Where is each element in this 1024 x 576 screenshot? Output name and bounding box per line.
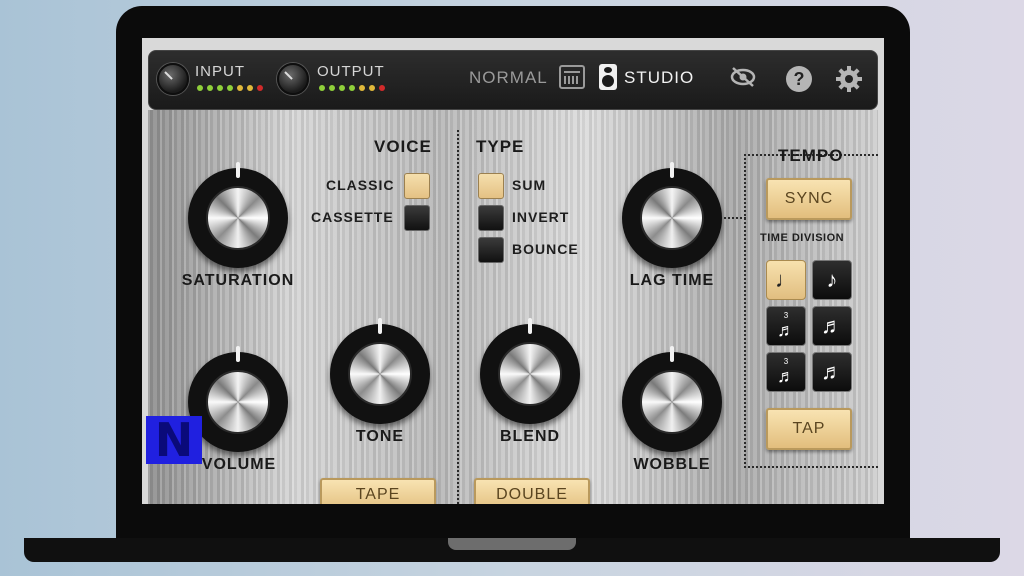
voice-option-classic-label: CLASSIC: [326, 177, 395, 193]
amp-icon[interactable]: [559, 65, 585, 89]
output-meter-led: [319, 85, 325, 91]
section-divider: [457, 130, 459, 504]
wobble-label: WOBBLE: [633, 456, 711, 473]
type-option-bounce-label: BOUNCE: [512, 241, 579, 257]
lag-time-label: LAG TIME: [629, 272, 715, 289]
voice-option-cassette-toggle[interactable]: [404, 205, 430, 231]
voice-title: VOICE: [374, 137, 432, 156]
time-division-sixteenth-triplet-button[interactable]: 3 ♬: [766, 352, 806, 392]
type-option-sum-label: SUM: [512, 177, 547, 193]
tape-button[interactable]: TAPE: [320, 478, 436, 504]
output-meter-led: [349, 85, 355, 91]
mode-studio-label[interactable]: STUDIO: [624, 68, 694, 88]
voice-option-cassette-label: CASSETTE: [311, 209, 394, 225]
type-option-bounce-toggle[interactable]: [478, 237, 504, 263]
lag-tempo-link: [724, 217, 746, 219]
output-meter-led: [369, 85, 375, 91]
speaker-icon[interactable]: [599, 64, 617, 90]
blend-knob[interactable]: [480, 318, 580, 424]
type-option-invert-toggle[interactable]: [478, 205, 504, 231]
tone-knob[interactable]: [330, 318, 430, 424]
output-meter-led: [329, 85, 335, 91]
output-meter-led: [379, 85, 385, 91]
time-division-eighth-triplet-button[interactable]: 3 ♬: [766, 306, 806, 346]
lag-time-knob[interactable]: [622, 162, 722, 268]
tap-button[interactable]: TAP: [766, 408, 852, 450]
saturation-label: SATURATION: [181, 272, 295, 289]
output-meter: [319, 85, 385, 91]
plugin-screen: INPUT OUTPUT NORMAL STUDIO ? SATURATION: [142, 38, 884, 504]
type-option-invert-label: INVERT: [512, 209, 570, 225]
output-label: OUTPUT: [317, 63, 385, 80]
output-knob[interactable]: [277, 63, 309, 95]
input-meter-led: [217, 85, 223, 91]
wobble-knob[interactable]: [622, 346, 722, 452]
output-meter-led: [359, 85, 365, 91]
input-meter-led: [257, 85, 263, 91]
time-division-thirtysecond-button[interactable]: ♬: [812, 352, 852, 392]
time-division-eighth-button[interactable]: ♪: [812, 260, 852, 300]
volume-knob[interactable]: [188, 346, 288, 452]
blend-label: BLEND: [499, 428, 561, 445]
hide-eye-icon[interactable]: [729, 65, 757, 93]
voice-option-classic-toggle[interactable]: [404, 173, 430, 199]
settings-gear-icon[interactable]: [835, 65, 863, 93]
saturation-knob[interactable]: [188, 162, 288, 268]
input-meter-led: [237, 85, 243, 91]
sync-button[interactable]: SYNC: [766, 178, 852, 220]
input-meter-led: [227, 85, 233, 91]
mode-normal-label[interactable]: NORMAL: [469, 68, 548, 88]
input-meter-led: [207, 85, 213, 91]
output-meter-led: [339, 85, 345, 91]
help-icon[interactable]: ?: [786, 66, 812, 92]
type-option-sum-toggle[interactable]: [478, 173, 504, 199]
time-division-sixteenth-button[interactable]: ♬: [812, 306, 852, 346]
input-meter: [197, 85, 263, 91]
tempo-title: TEMPO: [778, 146, 844, 165]
input-knob[interactable]: [157, 63, 189, 95]
input-meter-led: [247, 85, 253, 91]
input-meter-led: [197, 85, 203, 91]
time-division-label: TIME DIVISION: [760, 232, 845, 244]
top-bar: INPUT OUTPUT NORMAL STUDIO ?: [148, 50, 878, 110]
logo-badge: N: [146, 413, 202, 467]
type-title: TYPE: [476, 137, 525, 156]
main-panel: SATURATION VOICE CLASSIC CASSETTE VOLUME…: [148, 110, 878, 504]
laptop-notch: [448, 538, 576, 550]
input-label: INPUT: [195, 63, 245, 80]
double-button[interactable]: DOUBLE: [474, 478, 590, 504]
time-division-quarter-button[interactable]: ♩: [766, 260, 806, 300]
tone-label: TONE: [355, 428, 405, 445]
